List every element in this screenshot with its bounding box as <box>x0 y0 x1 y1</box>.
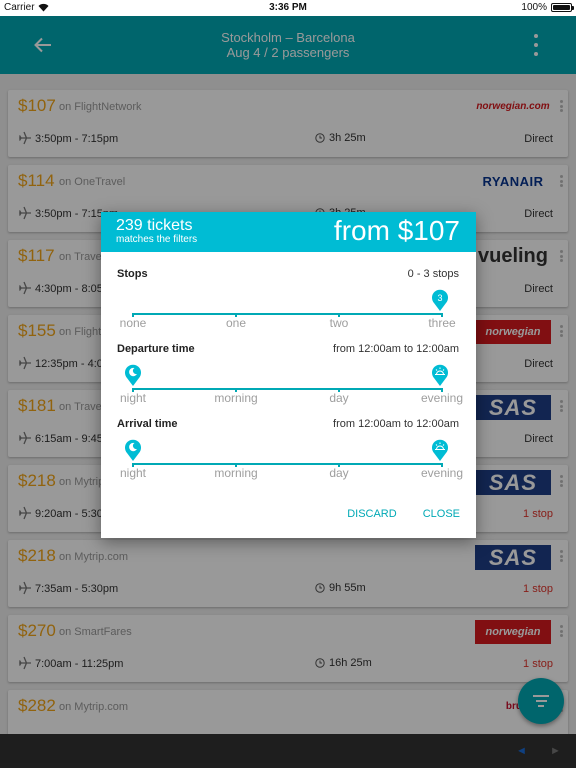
from-price: from $107 <box>333 215 460 246</box>
slider-tick-label: night <box>119 466 147 480</box>
stops-filter: Stops 0 - 3 stops none one two three 3 <box>101 252 476 330</box>
dialog-header: 239 tickets matches the filters from $10… <box>101 212 476 252</box>
status-bar: Carrier 3:36 PM 100% <box>0 0 576 16</box>
filter-dialog: 239 tickets matches the filters from $10… <box>101 212 476 538</box>
departure-slider-track[interactable] <box>133 388 442 390</box>
slider-tick-label: morning <box>214 466 258 480</box>
slider-tick-label: evening <box>420 466 464 480</box>
departure-filter: Departure time from 12:00am to 12:00am n… <box>101 327 476 405</box>
stops-slider-track[interactable] <box>133 313 442 315</box>
arrival-start-thumb[interactable] <box>124 438 142 462</box>
status-right: 100% <box>521 2 574 13</box>
matches-label: matches the filters <box>116 234 198 245</box>
close-button[interactable]: CLOSE <box>423 508 460 520</box>
slider-tick-label: day <box>329 466 349 480</box>
status-time: 3:36 PM <box>269 2 307 13</box>
arrival-value: from 12:00am to 12:00am <box>333 418 459 430</box>
departure-label: Departure time <box>117 343 195 355</box>
arrival-label: Arrival time <box>117 418 178 430</box>
arrival-end-thumb[interactable] <box>431 438 449 462</box>
battery-percent: 100% <box>521 2 547 13</box>
stops-value: 0 - 3 stops <box>407 268 459 280</box>
arrival-filter: Arrival time from 12:00am to 12:00am nig… <box>101 402 476 480</box>
discard-button[interactable]: DISCARD <box>347 508 397 520</box>
stops-label: Stops <box>117 268 148 280</box>
battery-icon <box>551 3 574 12</box>
stops-thumb-label: 3 <box>437 293 442 303</box>
departure-value: from 12:00am to 12:00am <box>333 343 459 355</box>
ticket-count: 239 tickets <box>116 217 193 234</box>
departure-start-thumb[interactable] <box>124 363 142 387</box>
stops-slider-thumb[interactable]: 3 <box>431 288 449 312</box>
departure-end-thumb[interactable] <box>431 363 449 387</box>
dialog-actions: DISCARD CLOSE <box>347 508 460 520</box>
arrival-slider-track[interactable] <box>133 463 442 465</box>
